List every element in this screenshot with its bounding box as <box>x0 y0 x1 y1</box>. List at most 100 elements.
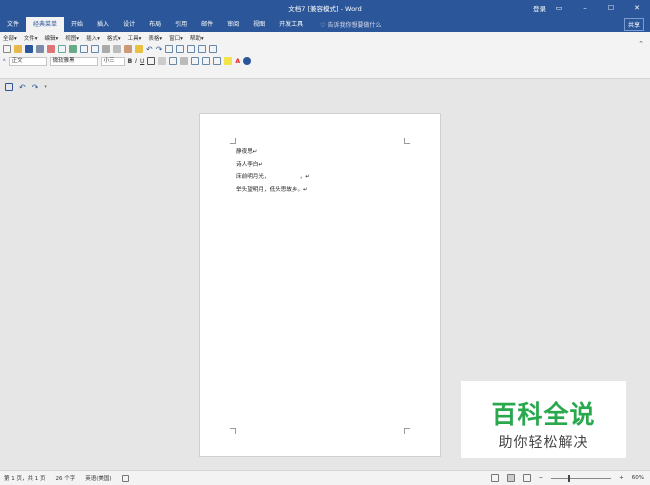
maximize-button[interactable]: ☐ <box>598 0 624 16</box>
menu-format[interactable]: 格式▾ <box>107 34 121 42</box>
tell-me-search[interactable]: ♡ 告诉我你想要做什么 <box>310 20 381 29</box>
ribbon-display-button[interactable]: ▭ <box>546 0 572 16</box>
qat-undo-icon[interactable]: ↶ <box>19 83 26 92</box>
ribbon-tabs: 文件 经典菜单 开始 插入 设计 布局 引用 邮件 审阅 视图 开发工具 ♡ 告… <box>0 16 650 32</box>
zoom-slider-thumb[interactable] <box>567 474 570 482</box>
zoom-out-button[interactable]: − <box>539 475 544 481</box>
menu-table[interactable]: 表格▾ <box>148 34 162 42</box>
print-layout-icon[interactable] <box>506 474 515 482</box>
qat-customize-icon[interactable]: ▾ <box>44 84 47 90</box>
new-icon[interactable] <box>3 45 11 53</box>
menu-edit[interactable]: 编辑▾ <box>45 34 59 42</box>
bullets-icon[interactable] <box>202 57 211 65</box>
undo-icon[interactable]: ↶ <box>146 45 153 54</box>
qat-redo-icon[interactable]: ↷ <box>32 83 39 92</box>
login-link[interactable]: 登录 <box>533 3 546 13</box>
tab-home[interactable]: 开始 <box>64 17 90 32</box>
save-all-icon[interactable] <box>36 45 44 53</box>
menu-all[interactable]: 全部▾ <box>3 34 17 42</box>
document-body[interactable]: 静夜思↵ 诗人李白↵ 床前明月光， ，↵ 举头望明月，低头思故乡。↵ <box>236 146 310 196</box>
paste-icon[interactable] <box>124 45 132 53</box>
tab-review[interactable]: 审阅 <box>220 17 246 32</box>
margin-mark <box>230 428 236 434</box>
permission-icon[interactable] <box>58 45 66 53</box>
help-icon[interactable] <box>243 57 252 65</box>
zoom-in-button[interactable]: + <box>619 475 624 481</box>
shading-icon[interactable] <box>158 57 167 65</box>
doc-line: 举头望明月，低头思故乡。↵ <box>236 186 308 193</box>
tab-layout[interactable]: 布局 <box>142 17 168 32</box>
print-icon[interactable] <box>69 45 77 53</box>
align-right-icon[interactable] <box>191 57 200 65</box>
web-layout-icon[interactable] <box>522 474 531 482</box>
ribbon: 全部▾ 文件▾ 编辑▾ 视图▾ 插入▾ 格式▾ 工具▾ 表格▾ 窗口▾ 帮助▾ … <box>0 32 650 79</box>
styles-icon[interactable]: ᴬ <box>3 58 6 65</box>
format-painter-icon[interactable] <box>135 45 143 53</box>
standard-toolbar: ↶ ↷ <box>0 43 650 55</box>
font-select[interactable]: 微软雅黑 <box>49 56 98 66</box>
margin-mark <box>230 138 236 144</box>
tab-view[interactable]: 视图 <box>246 17 272 32</box>
title-bar: 文档7 [兼容模式] - Word 登录 ▭ – ☐ ✕ <box>0 0 650 16</box>
tab-mailings[interactable]: 邮件 <box>194 17 220 32</box>
share-button[interactable]: 共享 <box>623 18 644 31</box>
zoom-slider[interactable] <box>551 474 612 482</box>
shapes-icon[interactable] <box>209 45 218 53</box>
style-select[interactable]: 正文 <box>8 56 47 66</box>
italic-icon[interactable]: I <box>135 58 137 65</box>
doc-line: 诗人李白↵ <box>236 161 264 168</box>
classic-menu-bar: 全部▾ 文件▾ 编辑▾ 视图▾ 插入▾ 格式▾ 工具▾ 表格▾ 窗口▾ 帮助▾ <box>0 32 650 43</box>
document-page[interactable]: 静夜思↵ 诗人李白↵ 床前明月光， ，↵ 举头望明月，低头思故乡。↵ <box>199 113 441 457</box>
menu-insert[interactable]: 插入▾ <box>86 34 100 42</box>
watermark-subtitle: 助你轻松解决 <box>498 435 589 451</box>
menu-file[interactable]: 文件▾ <box>24 34 38 42</box>
menu-help[interactable]: 帮助▾ <box>190 34 204 42</box>
margin-mark <box>404 428 410 434</box>
open-icon[interactable] <box>14 45 22 53</box>
quick-access-toolbar: ↶ ↷ ▾ <box>0 80 650 94</box>
align-left-icon[interactable] <box>169 57 178 65</box>
font-size-select[interactable]: 小三 <box>100 56 125 66</box>
find-icon[interactable] <box>198 45 207 53</box>
page-count[interactable]: 第 1 页，共 1 页 <box>4 474 46 482</box>
table-icon[interactable] <box>165 45 174 53</box>
read-mode-icon[interactable] <box>490 474 499 482</box>
qat-save-icon[interactable] <box>5 83 13 91</box>
tab-file[interactable]: 文件 <box>0 17 26 32</box>
minimize-button[interactable]: – <box>572 0 598 16</box>
columns-icon[interactable] <box>187 45 196 53</box>
zoom-level[interactable]: 60% <box>632 475 644 481</box>
tab-classic-menu[interactable]: 经典菜单 <box>26 17 65 32</box>
print-preview-icon[interactable] <box>80 45 88 53</box>
language[interactable]: 英语(美国) <box>85 474 111 482</box>
numbering-icon[interactable] <box>213 57 222 65</box>
menu-view[interactable]: 视图▾ <box>65 34 79 42</box>
char-border-icon[interactable] <box>147 57 156 65</box>
pdf-icon[interactable] <box>47 45 55 53</box>
status-bar: 第 1 页，共 1 页 26 个字 英语(美国) − + 60% <box>0 470 650 485</box>
redo-icon[interactable]: ↷ <box>156 45 163 54</box>
word-count[interactable]: 26 个字 <box>56 474 76 482</box>
close-button[interactable]: ✕ <box>624 0 650 16</box>
collapse-ribbon-icon[interactable]: ⌃ <box>638 40 644 48</box>
cut-icon[interactable] <box>102 45 110 53</box>
save-icon[interactable] <box>25 45 33 53</box>
spelling-icon[interactable] <box>91 45 99 53</box>
formatting-toolbar: ᴬ 正文 微软雅黑 小三 B I U A <box>0 55 650 67</box>
tab-insert[interactable]: 插入 <box>90 17 116 32</box>
font-color-icon[interactable]: A <box>235 58 240 65</box>
tab-developer[interactable]: 开发工具 <box>272 17 310 32</box>
tab-design[interactable]: 设计 <box>116 17 142 32</box>
tab-references[interactable]: 引用 <box>168 17 194 32</box>
align-center-icon[interactable] <box>180 57 189 65</box>
bold-icon[interactable]: B <box>128 58 133 65</box>
borders-icon[interactable] <box>176 45 185 53</box>
menu-tools[interactable]: 工具▾ <box>128 34 142 42</box>
underline-icon[interactable]: U <box>140 58 144 65</box>
doc-line: 床前明月光， ，↵ <box>236 174 311 180</box>
menu-window[interactable]: 窗口▾ <box>169 34 183 42</box>
copy-icon[interactable] <box>113 45 121 53</box>
macro-record-icon[interactable] <box>121 474 129 482</box>
watermark-logo: 百科全说 助你轻松解决 <box>461 381 626 458</box>
highlight-icon[interactable] <box>224 57 233 65</box>
